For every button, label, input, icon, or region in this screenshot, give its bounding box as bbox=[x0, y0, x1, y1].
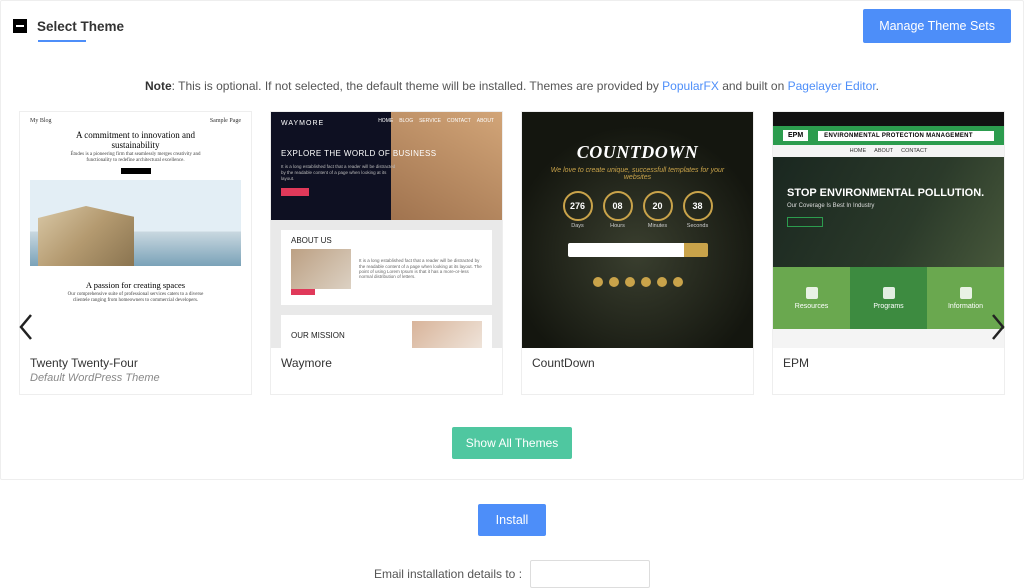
leaf-icon bbox=[806, 287, 818, 299]
panel-body: Note: This is optional. If not selected,… bbox=[1, 51, 1023, 479]
thumb-h1: EXPLORE THE WORLD OF BUSINESS bbox=[281, 149, 492, 158]
thumb-band bbox=[773, 112, 1004, 126]
thumb-h1: A commitment to innovation and sustainab… bbox=[60, 130, 211, 150]
tab-underline bbox=[38, 40, 86, 42]
thumb-photo bbox=[30, 180, 241, 266]
pagelayer-link[interactable]: Pagelayer Editor bbox=[788, 79, 876, 93]
thumb-labels: DaysHoursMinutesSeconds bbox=[563, 223, 713, 229]
note-text-3: . bbox=[876, 79, 879, 93]
thumb-nav: Sample Page bbox=[210, 118, 241, 124]
thumb-hero-h1: STOP ENVIRONMENTAL POLLUTION. bbox=[787, 187, 990, 199]
install-button[interactable]: Install bbox=[478, 504, 547, 536]
section-title: Select Theme bbox=[37, 19, 124, 34]
thumb-form bbox=[568, 243, 708, 257]
info-icon bbox=[960, 287, 972, 299]
theme-thumbnail: COUNTDOWN We love to create unique, succ… bbox=[522, 112, 753, 348]
email-label: Email installation details to : bbox=[374, 567, 522, 581]
note-line: Note: This is optional. If not selected,… bbox=[17, 79, 1007, 93]
theme-thumbnail: EPM ENVIRONMENTAL PROTECTION MANAGEMENT … bbox=[773, 112, 1004, 348]
manage-theme-sets-button[interactable]: Manage Theme Sets bbox=[863, 9, 1011, 43]
prev-arrow-icon[interactable] bbox=[17, 311, 37, 351]
thumb-bar bbox=[291, 289, 315, 295]
theme-meta: Twenty Twenty-Four Default WordPress The… bbox=[20, 348, 251, 394]
email-row: Email installation details to : bbox=[0, 560, 1024, 588]
theme-card-epm[interactable]: EPM ENVIRONMENTAL PROTECTION MANAGEMENT … bbox=[772, 111, 1005, 395]
thumb-cta bbox=[281, 188, 309, 196]
theme-card-waymore[interactable]: HOMEBLOGSERVICECONTACTABOUT WAYMORE EXPL… bbox=[270, 111, 503, 395]
thumb-p: Études is a pioneering firm that seamles… bbox=[66, 152, 205, 164]
thumb-menu: HOMEABOUTCONTACT bbox=[773, 145, 1004, 157]
thumb-logo: EPM bbox=[783, 130, 808, 141]
theme-card-countdown[interactable]: COUNTDOWN We love to create unique, succ… bbox=[521, 111, 754, 395]
thumb-col: It is a long established fact that a rea… bbox=[359, 258, 482, 280]
thumb-cols: Resources Programs Information bbox=[773, 267, 1004, 329]
thumb-img bbox=[412, 321, 482, 348]
theme-meta: EPM bbox=[773, 348, 1004, 380]
thumb-hero-p: Our Coverage Is Best In Industry bbox=[787, 203, 990, 209]
thumb-mission: OUR MISSION bbox=[291, 331, 345, 340]
ring-seconds: 38 bbox=[683, 191, 713, 221]
thumb-rings: 276 08 20 38 bbox=[563, 191, 713, 221]
note-bold: Note bbox=[145, 79, 172, 93]
thumb-title: ENVIRONMENTAL PROTECTION MANAGEMENT bbox=[818, 131, 994, 141]
next-arrow-icon[interactable] bbox=[987, 311, 1007, 351]
popularfx-link[interactable]: PopularFX bbox=[662, 79, 719, 93]
email-input[interactable] bbox=[530, 560, 650, 588]
thumb-h2: A passion for creating spaces bbox=[30, 280, 241, 290]
thumb-p2: Our comprehensive suite of professional … bbox=[66, 292, 205, 304]
theme-thumbnail: HOMEBLOGSERVICECONTACTABOUT WAYMORE EXPL… bbox=[271, 112, 502, 348]
thumb-btn bbox=[121, 168, 151, 174]
themes-row: My Blog Sample Page A commitment to innov… bbox=[19, 111, 1005, 395]
theme-name: Twenty Twenty-Four bbox=[30, 356, 241, 370]
thumb-h1: COUNTDOWN bbox=[577, 142, 699, 163]
ring-days: 276 bbox=[563, 191, 593, 221]
collapse-icon[interactable] bbox=[13, 19, 27, 33]
theme-name: Waymore bbox=[281, 356, 492, 370]
note-text-2: and built on bbox=[719, 79, 788, 93]
thumb-hero: STOP ENVIRONMENTAL POLLUTION. Our Covera… bbox=[773, 157, 1004, 267]
thumb-header: EPM ENVIRONMENTAL PROTECTION MANAGEMENT bbox=[773, 126, 1004, 145]
thumb-tag: We love to create unique, successfull te… bbox=[538, 167, 737, 181]
install-row: Install bbox=[0, 504, 1024, 536]
ring-hours: 08 bbox=[603, 191, 633, 221]
thumb-dots bbox=[593, 277, 683, 287]
thumb-hero-btn bbox=[787, 217, 823, 227]
grid-icon bbox=[883, 287, 895, 299]
thumb-brand: My Blog bbox=[30, 118, 52, 124]
theme-meta: CountDown bbox=[522, 348, 753, 380]
show-all-themes-button[interactable]: Show All Themes bbox=[452, 427, 573, 459]
thumb-img bbox=[291, 249, 351, 289]
thumb-nav: HOMEBLOGSERVICECONTACTABOUT bbox=[378, 118, 494, 124]
ring-minutes: 20 bbox=[643, 191, 673, 221]
theme-name: EPM bbox=[783, 356, 994, 370]
theme-thumbnail: My Blog Sample Page A commitment to innov… bbox=[20, 112, 251, 348]
note-text-1: : This is optional. If not selected, the… bbox=[172, 79, 663, 93]
theme-card-twenty-twenty-four[interactable]: My Blog Sample Page A commitment to innov… bbox=[19, 111, 252, 395]
theme-meta: Waymore bbox=[271, 348, 502, 380]
thumb-about: ABOUT US bbox=[291, 236, 482, 245]
thumb-txt: It is a long established fact that a rea… bbox=[281, 164, 399, 182]
theme-name: CountDown bbox=[532, 356, 743, 370]
select-theme-panel: Select Theme Manage Theme Sets Note: Thi… bbox=[0, 0, 1024, 480]
panel-header: Select Theme Manage Theme Sets bbox=[1, 1, 1023, 51]
theme-subtitle: Default WordPress Theme bbox=[30, 372, 241, 384]
